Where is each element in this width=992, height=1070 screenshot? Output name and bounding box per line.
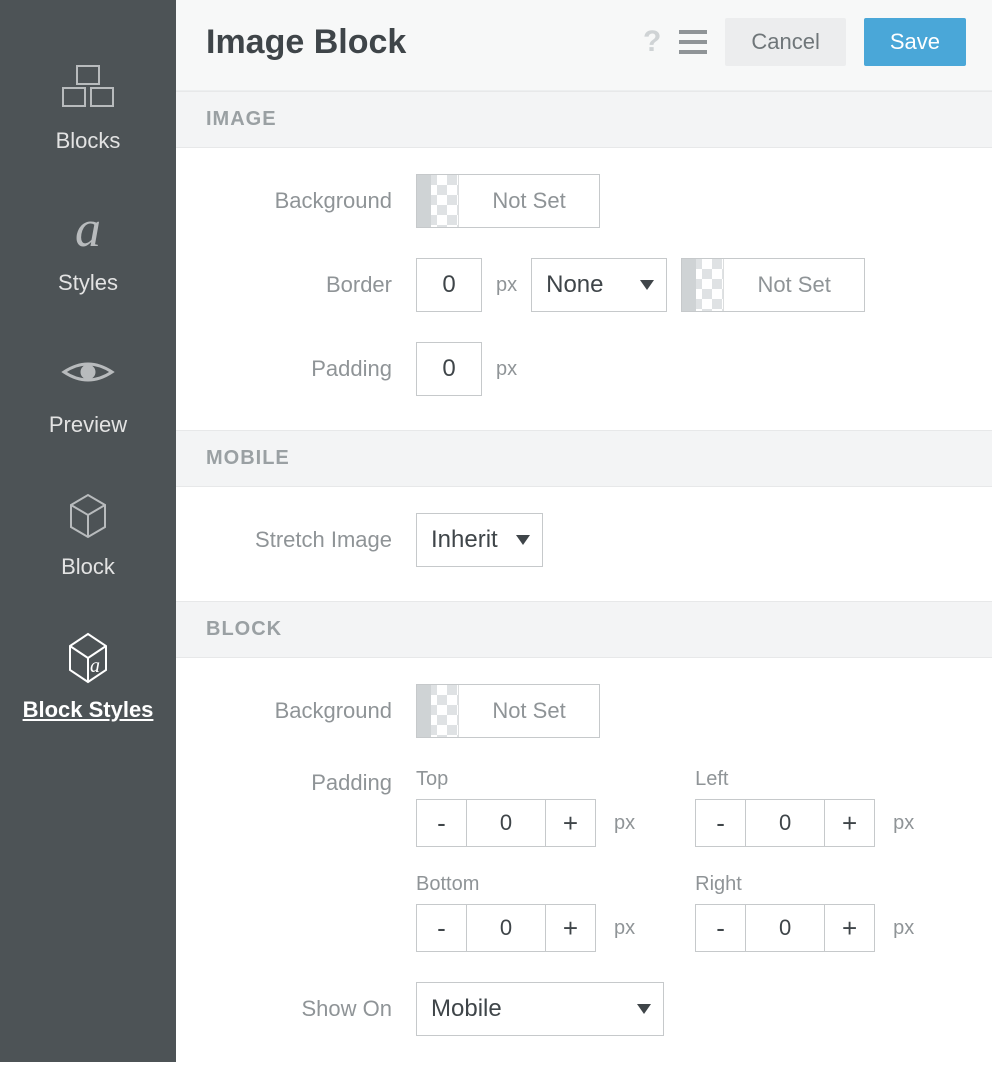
- padding-right-increment[interactable]: +: [824, 905, 874, 951]
- padding-bottom-stepper: - +: [416, 904, 596, 952]
- label-block-background: Background: [206, 698, 416, 724]
- padding-right-stepper: - +: [695, 904, 875, 952]
- label-show-on: Show On: [206, 996, 416, 1022]
- padding-top-increment[interactable]: +: [545, 800, 595, 846]
- section-heading-mobile: MOBILE: [176, 430, 992, 487]
- padding-right-input[interactable]: [746, 905, 824, 951]
- chevron-down-icon: [637, 1004, 651, 1014]
- block-background-picker[interactable]: Not Set: [416, 684, 600, 738]
- padding-top-input[interactable]: [467, 800, 545, 846]
- sidebar-item-label: Preview: [49, 412, 127, 438]
- cube-style-icon: a: [58, 626, 118, 686]
- padding-left-increment[interactable]: +: [824, 800, 874, 846]
- block-background-value: Not Set: [459, 685, 599, 737]
- blocks-icon: [59, 58, 117, 118]
- padding-top-unit: px: [614, 812, 635, 835]
- padding-left-input[interactable]: [746, 800, 824, 846]
- padding-top-stepper: - +: [416, 799, 596, 847]
- padding-right-decrement[interactable]: -: [696, 905, 746, 951]
- label-padding-left: Left: [695, 768, 914, 791]
- sidebar-item-label: Blocks: [56, 128, 121, 154]
- padding-bottom-decrement[interactable]: -: [417, 905, 467, 951]
- cube-icon: [61, 484, 115, 544]
- border-color-picker[interactable]: Not Set: [681, 258, 865, 312]
- section-heading-block: BLOCK: [176, 601, 992, 658]
- sidebar-item-blocks[interactable]: Blocks: [0, 40, 176, 182]
- padding-left-stepper: - +: [695, 799, 875, 847]
- label-image-border: Border: [206, 272, 416, 298]
- sidebar-item-label: Block Styles: [23, 696, 154, 724]
- cancel-button[interactable]: Cancel: [725, 18, 845, 66]
- padding-left-unit: px: [893, 812, 914, 835]
- border-width-input[interactable]: [416, 258, 482, 312]
- sidebar-item-label: Styles: [58, 270, 118, 296]
- border-width-unit: px: [496, 274, 517, 297]
- save-button[interactable]: Save: [864, 18, 966, 66]
- label-image-background: Background: [206, 188, 416, 214]
- chevron-down-icon: [516, 535, 530, 545]
- sidebar: Blocks a Styles Preview Block: [0, 0, 176, 1062]
- image-padding-input[interactable]: [416, 342, 482, 396]
- label-padding-bottom: Bottom: [416, 873, 635, 896]
- label-padding-right: Right: [695, 873, 914, 896]
- stretch-image-select[interactable]: Inherit: [416, 513, 543, 567]
- sidebar-item-preview[interactable]: Preview: [0, 324, 176, 466]
- image-background-picker[interactable]: Not Set: [416, 174, 600, 228]
- border-style-select[interactable]: None: [531, 258, 667, 312]
- label-stretch-image: Stretch Image: [206, 527, 416, 553]
- page-title: Image Block: [206, 23, 643, 62]
- stretch-image-value: Inherit: [431, 526, 498, 554]
- label-block-padding: Padding: [206, 768, 416, 796]
- styles-icon: a: [75, 200, 101, 260]
- image-background-value: Not Set: [459, 175, 599, 227]
- sidebar-item-label: Block: [61, 554, 115, 580]
- border-style-value: None: [546, 271, 603, 299]
- transparent-swatch-icon: [682, 259, 724, 311]
- padding-bottom-increment[interactable]: +: [545, 905, 595, 951]
- main-panel: Image Block ? Cancel Save IMAGE Backgrou…: [176, 0, 992, 1062]
- svg-text:a: a: [90, 655, 100, 677]
- transparent-swatch-icon: [417, 175, 459, 227]
- sidebar-item-styles[interactable]: a Styles: [0, 182, 176, 324]
- show-on-select[interactable]: Mobile: [416, 982, 664, 1036]
- padding-bottom-unit: px: [614, 917, 635, 940]
- padding-right-unit: px: [893, 917, 914, 940]
- padding-top-decrement[interactable]: -: [417, 800, 467, 846]
- chevron-down-icon: [640, 280, 654, 290]
- sidebar-item-block[interactable]: Block: [0, 466, 176, 608]
- panel-header: Image Block ? Cancel Save: [176, 0, 992, 91]
- eye-icon: [60, 342, 116, 402]
- menu-icon[interactable]: [679, 30, 707, 54]
- padding-bottom-input[interactable]: [467, 905, 545, 951]
- sidebar-item-block-styles[interactable]: a Block Styles: [0, 608, 176, 752]
- border-color-value: Not Set: [724, 259, 864, 311]
- padding-left-decrement[interactable]: -: [696, 800, 746, 846]
- transparent-swatch-icon: [417, 685, 459, 737]
- image-padding-unit: px: [496, 358, 517, 381]
- help-icon[interactable]: ?: [643, 25, 661, 59]
- show-on-value: Mobile: [431, 995, 502, 1023]
- label-image-padding: Padding: [206, 356, 416, 382]
- label-padding-top: Top: [416, 768, 635, 791]
- section-heading-image: IMAGE: [176, 91, 992, 148]
